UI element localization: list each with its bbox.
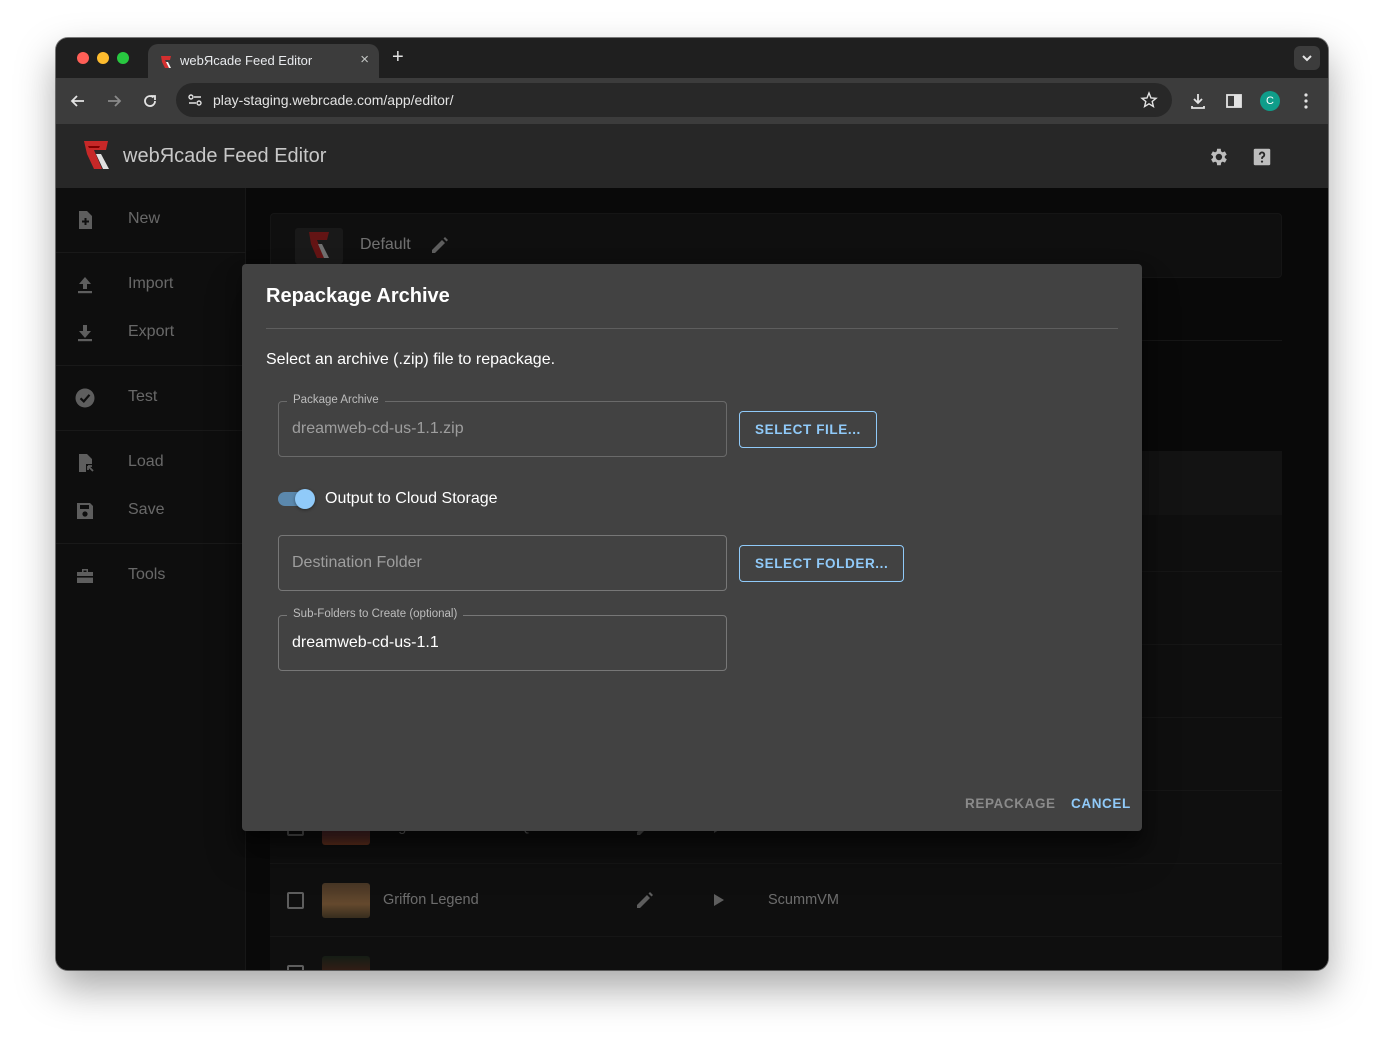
field-label: Package Archive — [287, 394, 385, 406]
forward-arrow-icon[interactable] — [104, 91, 124, 111]
maximize-window-button[interactable] — [117, 52, 129, 64]
gear-icon[interactable] — [1207, 146, 1229, 168]
field-value[interactable]: dreamweb-cd-us-1.1 — [292, 634, 439, 652]
subfolders-field[interactable]: Sub-Folders to Create (optional) dreamwe… — [278, 608, 727, 671]
app-header: webЯcade Feed Editor — [56, 124, 1328, 188]
chevron-down-icon — [1302, 55, 1312, 62]
browser-window: webЯcade Feed Editor × + play-staging.we… — [56, 38, 1328, 970]
close-window-button[interactable] — [77, 52, 89, 64]
dialog-title: Repackage Archive — [266, 285, 450, 307]
field-value: dreamweb-cd-us-1.1.zip — [292, 420, 464, 437]
cancel-button[interactable]: CANCEL — [1071, 796, 1131, 811]
site-settings-icon[interactable] — [186, 91, 204, 109]
tab-search-button[interactable] — [1294, 46, 1320, 70]
tab-close-icon[interactable]: × — [360, 51, 369, 68]
dialog-description: Select an archive (.zip) file to repacka… — [266, 351, 556, 368]
toggle-thumb[interactable] — [295, 489, 315, 509]
field-label: Sub-Folders to Create (optional) — [287, 608, 464, 620]
url-text[interactable]: play-staging.webrcade.com/app/editor/ — [213, 92, 453, 108]
download-icon[interactable] — [1188, 91, 1208, 111]
side-panel-icon[interactable] — [1224, 91, 1244, 111]
select-file-button[interactable]: SELECT FILE... — [739, 411, 877, 448]
tab-strip: webЯcade Feed Editor × + — [56, 38, 1328, 78]
destination-folder-field[interactable]: Destination Folder — [278, 535, 727, 591]
minimize-window-button[interactable] — [97, 52, 109, 64]
toggle-label: Output to Cloud Storage — [325, 490, 498, 507]
package-archive-field: Package Archive dreamweb-cd-us-1.1.zip — [278, 394, 727, 457]
browser-toolbar: play-staging.webrcade.com/app/editor/ C — [56, 78, 1328, 124]
select-folder-button[interactable]: SELECT FOLDER... — [739, 545, 905, 582]
reload-icon[interactable] — [140, 91, 160, 111]
more-menu-icon[interactable] — [1296, 91, 1316, 111]
repackage-dialog: Repackage Archive Select an archive (.zi… — [242, 264, 1142, 831]
dialog-divider — [266, 328, 1118, 329]
new-tab-button[interactable]: + — [392, 46, 404, 69]
webrcade-favicon-icon — [161, 56, 171, 68]
tab-title: webЯcade Feed Editor — [180, 53, 313, 68]
back-arrow-icon[interactable] — [68, 91, 88, 111]
address-bar[interactable]: play-staging.webrcade.com/app/editor/ — [176, 83, 1172, 117]
app-title: webЯcade Feed Editor — [123, 145, 327, 167]
browser-tab[interactable]: webЯcade Feed Editor × — [148, 44, 379, 78]
profile-avatar[interactable]: C — [1260, 91, 1280, 111]
bookmark-star-icon[interactable] — [1140, 91, 1158, 109]
field-placeholder: Destination Folder — [292, 554, 422, 571]
webrcade-logo-icon — [84, 141, 109, 169]
help-icon[interactable] — [1251, 146, 1273, 168]
repackage-button[interactable]: REPACKAGE — [965, 796, 1056, 811]
